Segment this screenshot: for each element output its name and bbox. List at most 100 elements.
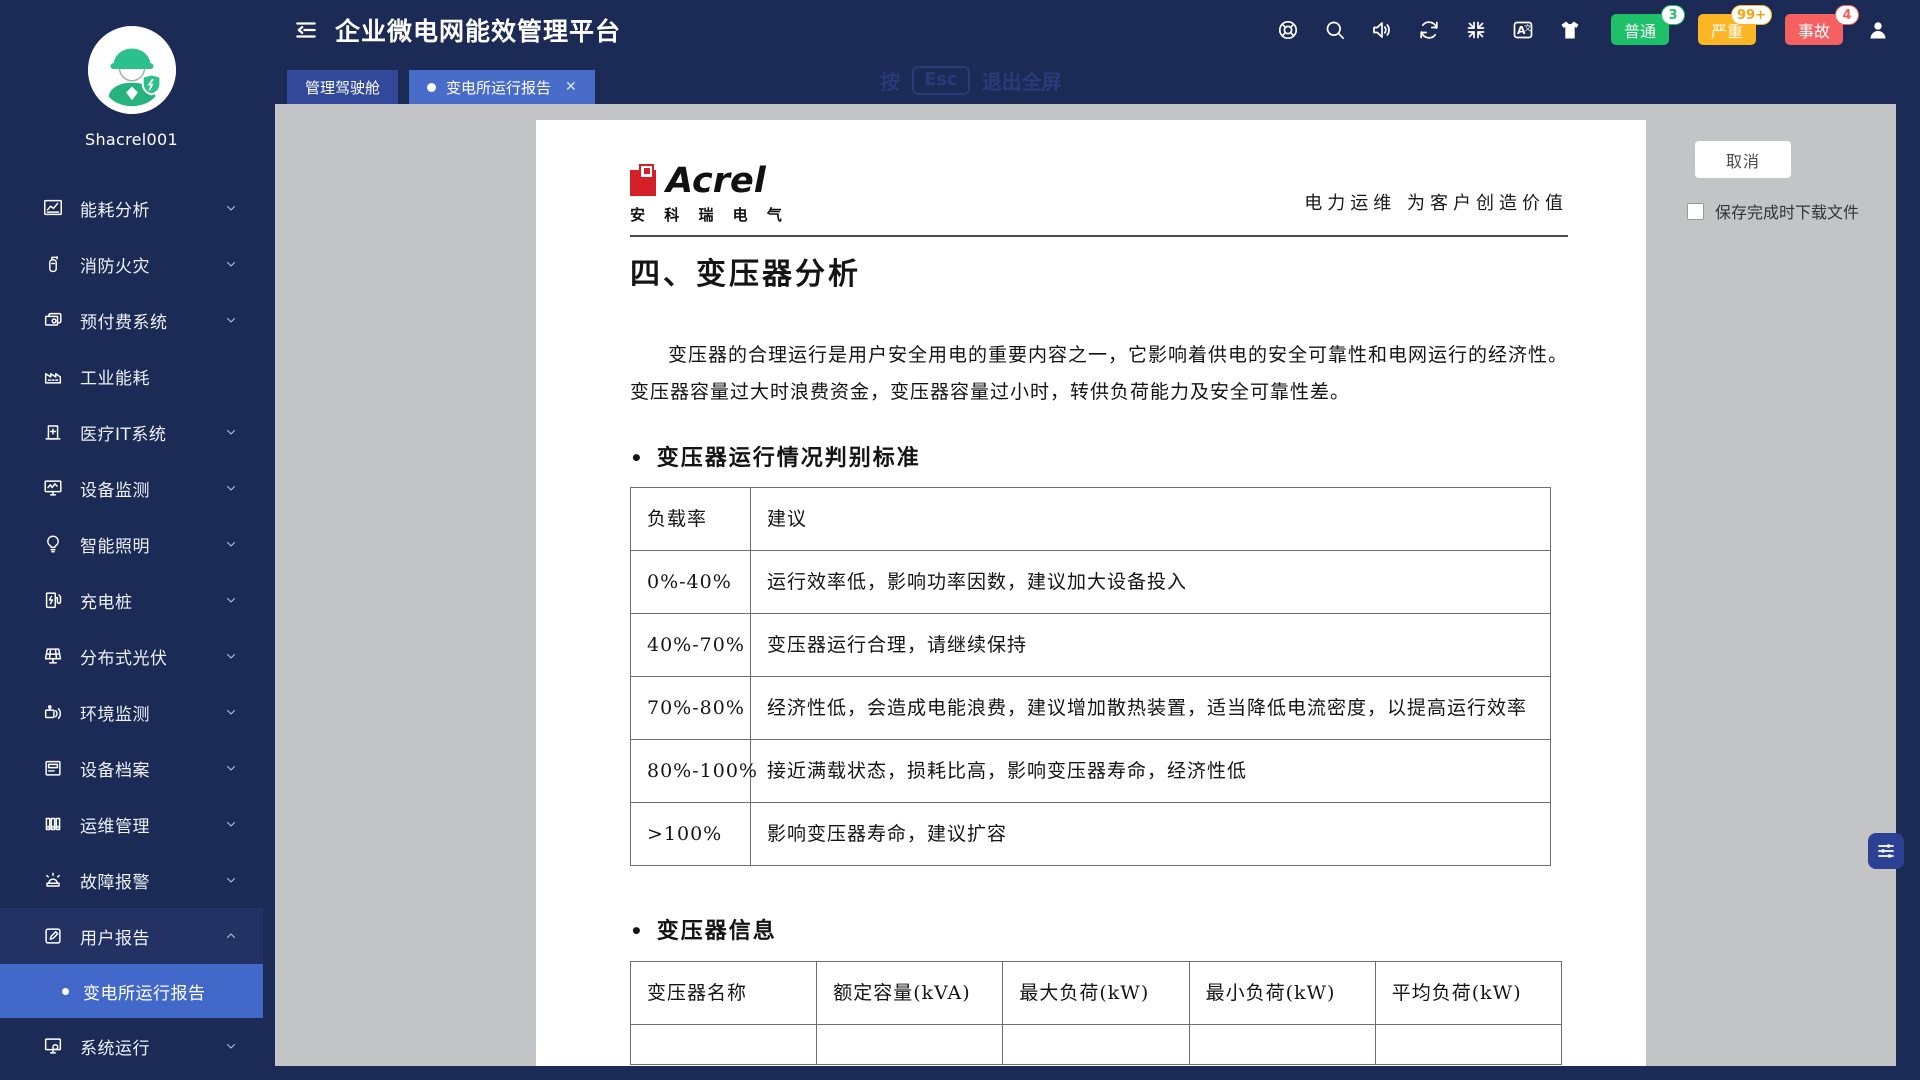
header-cell: 变压器名称 <box>631 962 817 1025</box>
fire-safety-icon <box>42 253 64 275</box>
sidebar-item-label: 充电桩 <box>80 588 133 613</box>
sidebar-item-smart-lighting[interactable]: 智能照明 <box>0 516 263 572</box>
sidebar-item-label: 分布式光伏 <box>80 644 168 669</box>
brand-name: Acrel <box>666 161 766 201</box>
table-row: 40%-70% 变压器运行合理，请继续保持 <box>631 614 1551 677</box>
table-row: 0%-40% 运行效率低，影响功率因数，建议加大设备投入 <box>631 551 1551 614</box>
sidebar-item-label: 能耗分析 <box>80 196 150 221</box>
search-icon[interactable] <box>1323 18 1347 42</box>
tab-management-cockpit[interactable]: 管理驾驶舱 <box>287 70 398 104</box>
smart-lighting-icon <box>42 533 64 555</box>
fullscreen-exit-hint: 按 Esc 退出全屏 <box>880 66 1062 95</box>
cell-suggestion: 运行效率低，影响功率因数，建议加大设备投入 <box>751 551 1551 614</box>
sidebar-item-environment-monitoring[interactable]: 环境监测 <box>0 684 263 740</box>
chevron-down-icon <box>225 706 237 718</box>
sidebar-item-prepaid-system[interactable]: 预付费系统 <box>0 292 263 348</box>
alarm-badge-normal[interactable]: 普通 3 <box>1611 14 1669 45</box>
distributed-pv-icon <box>42 645 64 667</box>
sidebar-item-label: 系统运行 <box>80 1034 150 1059</box>
alarm-count-badge: 99+ <box>1731 5 1772 25</box>
cell-suggestion: 变压器运行合理，请继续保持 <box>751 614 1551 677</box>
table-header-row: 负载率 建议 <box>631 488 1551 551</box>
refresh-icon[interactable] <box>1417 18 1441 42</box>
sidebar-item-fault-alarm[interactable]: 故障报警 <box>0 852 263 908</box>
bullet-icon: • <box>630 446 645 470</box>
report-preview-area: Acrel 安 科 瑞 电 气 电力运维 为客户创造价值 四、变压器分析 变压器… <box>275 104 1896 1066</box>
user-report-icon <box>42 925 64 947</box>
header-cell: 最大负荷(kW) <box>1003 962 1189 1025</box>
sidebar-item-industrial-energy[interactable]: 工业能耗 <box>0 348 263 404</box>
sidebar-item-label: 设备档案 <box>80 756 150 781</box>
sidebar-item-label: 预付费系统 <box>80 308 168 333</box>
sidebar-item-medical-it[interactable]: 医疗IT系统 <box>0 404 263 460</box>
chevron-down-icon <box>225 1040 237 1052</box>
cell-suggestion: 影响变压器寿命，建议扩容 <box>751 803 1551 866</box>
alarm-count-badge: 4 <box>1835 5 1859 25</box>
help-icon[interactable] <box>1276 18 1300 42</box>
empty-cell <box>631 1025 817 1065</box>
app-window: Shacrel001 能耗分析 消防火灾 预付费系统 工业能耗 <box>0 0 1920 1080</box>
open-tabs: 管理驾驶舱 变电所运行报告 ✕ <box>287 70 595 104</box>
volume-icon[interactable] <box>1370 18 1394 42</box>
close-tab-icon[interactable]: ✕ <box>565 80 577 94</box>
report-settings-button[interactable] <box>1868 833 1904 869</box>
cell-load-rate: >100% <box>631 803 751 866</box>
sidebar-item-system-run[interactable]: 系统运行 <box>0 1018 263 1074</box>
chevron-down-icon <box>225 426 237 438</box>
active-tab-dot-icon <box>427 83 436 92</box>
download-checkbox-label: 保存完成时下载文件 <box>1715 199 1859 223</box>
exit-fullscreen-icon[interactable] <box>1464 18 1488 42</box>
sidebar-item-energy-analysis[interactable]: 能耗分析 <box>0 180 263 236</box>
sidebar-item-label: 环境监测 <box>80 700 150 725</box>
sidebar-item-label: 故障报警 <box>80 868 150 893</box>
brand-block: Acrel 安 科 瑞 电 气 <box>630 161 789 225</box>
sidebar-item-charging-pile[interactable]: 充电桩 <box>0 572 263 628</box>
chevron-down-icon <box>225 874 237 886</box>
theme-skin-icon[interactable] <box>1558 18 1582 42</box>
alarm-badge-accident[interactable]: 事故 4 <box>1785 14 1843 45</box>
chevron-up-icon <box>225 930 237 942</box>
header-actions: A文 普通 3 严重 99+ 事故 4 <box>1276 0 1890 59</box>
sidebar-nav: 能耗分析 消防火灾 预付费系统 工业能耗 医疗IT系统 <box>0 180 263 1074</box>
table-row: 80%-100% 接近满载状态，损耗比高，影响变压器寿命，经济性低 <box>631 740 1551 803</box>
subsection-title-criteria: •变压器运行情况判别标准 <box>630 443 1568 473</box>
report-document: Acrel 安 科 瑞 电 气 电力运维 为客户创造价值 四、变压器分析 变压器… <box>536 120 1646 1066</box>
empty-cell <box>817 1025 1003 1065</box>
sidebar-item-fire-safety[interactable]: 消防火灾 <box>0 236 263 292</box>
header-divider <box>630 235 1568 237</box>
cell-load-rate: 0%-40% <box>631 551 751 614</box>
header-cell: 建议 <box>751 488 1551 551</box>
translate-icon[interactable]: A文 <box>1511 18 1535 42</box>
sidebar-item-device-archive[interactable]: 设备档案 <box>0 740 263 796</box>
download-option-row: 保存完成时下载文件 <box>1687 199 1859 223</box>
collapse-sidebar-icon[interactable] <box>293 17 319 43</box>
sidebar-subitem-substation-report[interactable]: 变电所运行报告 <box>0 964 263 1018</box>
sidebar-item-label: 用户报告 <box>80 924 150 949</box>
sidebar-item-label: 消防火灾 <box>80 252 150 277</box>
esc-key-label: Esc <box>912 66 970 95</box>
fault-alarm-icon <box>42 869 64 891</box>
cancel-button[interactable]: 取消 <box>1695 141 1791 178</box>
operation-maintenance-icon <box>42 813 64 835</box>
charging-pile-icon <box>42 589 64 611</box>
tab-bar: 按 Esc 退出全屏 管理驾驶舱 变电所运行报告 ✕ <box>263 59 1920 104</box>
user-icon[interactable] <box>1866 18 1890 42</box>
sidebar-item-operation-maintenance[interactable]: 运维管理 <box>0 796 263 852</box>
tab-substation-report[interactable]: 变电所运行报告 ✕ <box>409 70 595 104</box>
chevron-down-icon <box>225 594 237 606</box>
cell-load-rate: 80%-100% <box>631 740 751 803</box>
sidebar-item-distributed-pv[interactable]: 分布式光伏 <box>0 628 263 684</box>
alarm-badge-label: 普通 <box>1624 18 1656 42</box>
sidebar-item-label: 智能照明 <box>80 532 150 557</box>
cell-suggestion: 经济性低，会造成电能浪费，建议增加散热装置，适当降低电流密度，以提高运行效率 <box>751 677 1551 740</box>
document-header: Acrel 安 科 瑞 电 气 电力运维 为客户创造价值 <box>630 134 1568 225</box>
prepaid-system-icon <box>42 309 64 331</box>
industrial-energy-icon <box>42 365 64 387</box>
empty-cell <box>1189 1025 1375 1065</box>
user-avatar <box>88 26 176 114</box>
sidebar-item-device-monitoring[interactable]: 设备监测 <box>0 460 263 516</box>
download-checkbox[interactable] <box>1687 203 1704 220</box>
system-run-icon <box>42 1035 64 1057</box>
sidebar-item-user-report[interactable]: 用户报告 <box>0 908 263 964</box>
alarm-badge-serious[interactable]: 严重 99+ <box>1698 14 1756 45</box>
